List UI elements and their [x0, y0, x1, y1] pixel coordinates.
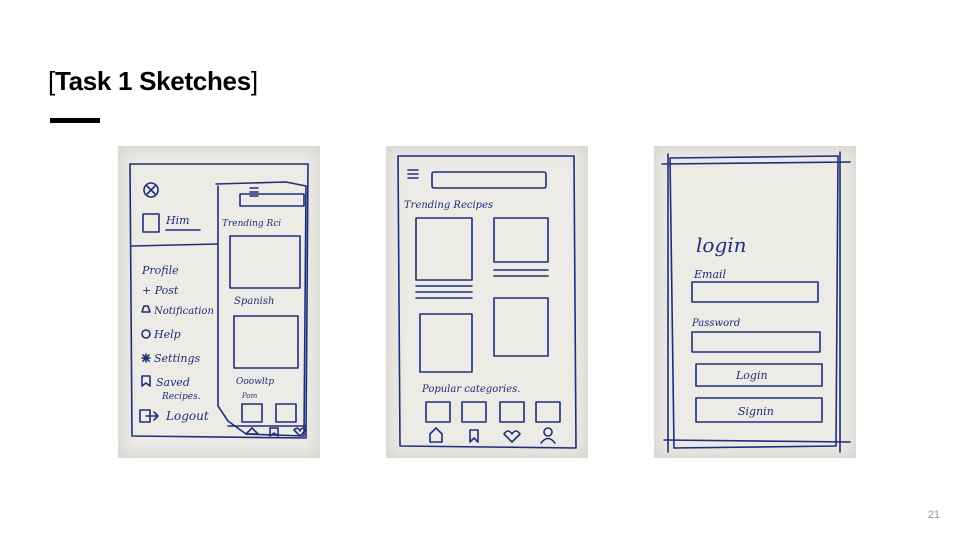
- menu-item-post: + Post: [142, 284, 179, 297]
- sketch-side-menu: Him Trending Rci Spanish Ooowltp Pom Pro…: [118, 146, 320, 458]
- email-label: Email: [693, 268, 727, 281]
- menu-item-saved-sub: Recipes.: [161, 392, 201, 402]
- saved-icon: [141, 375, 151, 387]
- title-bracket-open: [: [48, 66, 55, 96]
- help-icon: [141, 329, 151, 339]
- home-icon: [245, 427, 259, 435]
- sketch-login: login Email Password Login Signin: [654, 146, 856, 458]
- category-4: [535, 401, 561, 423]
- category-2: [461, 401, 487, 423]
- categories-heading: Popular categories.: [421, 384, 520, 395]
- login-heading: login: [696, 233, 747, 257]
- sketch-side-menu-drawing: Him Trending Rci Spanish Ooowltp Pom Pro…: [129, 163, 309, 439]
- signin-button-label: Signin: [738, 405, 774, 418]
- menu-item-notification: Notification: [153, 306, 214, 317]
- title-text: Task 1 Sketches: [54, 66, 251, 96]
- title-underline: [50, 118, 100, 123]
- menu-item-help: Help: [153, 328, 181, 341]
- bookmark-icon: [469, 429, 479, 443]
- login-button-label: Login: [735, 369, 768, 382]
- recipe-card-2-label: Ooowltp: [236, 377, 274, 387]
- user-name: Him: [165, 214, 190, 227]
- bell-icon: [141, 305, 151, 313]
- heart-icon: [503, 430, 521, 443]
- trending-heading: Trending Recipes: [404, 200, 493, 211]
- home-icon: [429, 427, 443, 443]
- menu-item-profile: Profile: [141, 264, 179, 277]
- trending-heading: Trending Rci: [222, 219, 281, 229]
- recipe-card-1-label: Spanish: [234, 296, 274, 307]
- page-number: 21: [927, 509, 940, 521]
- recipe-card-2-sub: Pom: [241, 392, 258, 400]
- password-field: [691, 331, 821, 353]
- recipe-card-1: [415, 217, 473, 281]
- category-1: [425, 401, 451, 423]
- password-label: Password: [691, 318, 740, 329]
- title-bracket-close: ]: [250, 66, 258, 96]
- recipe-card-1: [229, 235, 301, 289]
- sketch-home-grid: Trending Recipes Popular categories.: [386, 146, 588, 458]
- avatar: [142, 213, 160, 233]
- recipe-card-4: [419, 313, 473, 373]
- email-field: [691, 281, 819, 303]
- profile-icon: [543, 427, 553, 437]
- sketch-home-grid-drawing: Trending Recipes Popular categories.: [397, 155, 577, 449]
- recipe-card-3: [493, 297, 549, 357]
- sketch-login-drawing: login Email Password Login Signin: [661, 151, 851, 453]
- close-icon: [143, 182, 159, 198]
- menu-item-settings: Settings: [154, 352, 201, 365]
- search-bar: [431, 171, 547, 189]
- settings-icon: [141, 353, 151, 363]
- menu-item-saved: Saved: [156, 376, 190, 389]
- category-3: [499, 401, 525, 423]
- menu-item-logout: Logout: [165, 409, 209, 423]
- recipe-card-2: [233, 315, 299, 369]
- recipe-card-2: [493, 217, 549, 263]
- menu-icon: [407, 169, 419, 179]
- slide-title: [Task 1 Sketches]: [48, 66, 258, 97]
